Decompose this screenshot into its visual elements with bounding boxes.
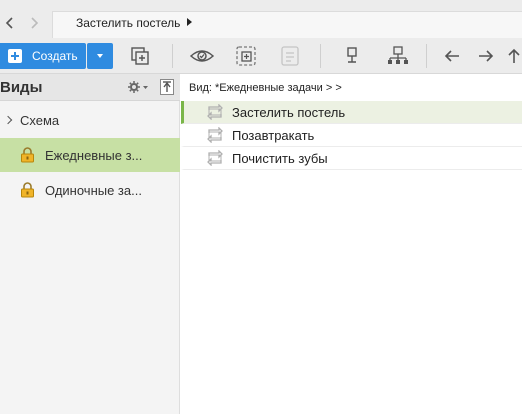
pin-icon[interactable] [160, 79, 174, 95]
views-item-label: Одиночные за... [45, 182, 142, 198]
create-dropdown-button[interactable] [87, 43, 113, 69]
task-view-panel: Вид: *Ежедневные задачи > > Застелить по… [181, 74, 522, 414]
chevron-left-icon[interactable] [0, 11, 20, 35]
eye-icon[interactable] [190, 44, 214, 68]
dropdown-icon [97, 54, 103, 58]
breadcrumb-bar: Застелить постель [0, 0, 522, 38]
add-subtask-icon[interactable] [234, 44, 258, 68]
single-node-icon[interactable] [340, 44, 364, 68]
arrow-right-icon[interactable] [474, 44, 498, 68]
list-icon[interactable] [278, 44, 302, 68]
views-panel-title: Виды [0, 79, 43, 96]
recurring-task-icon [206, 149, 224, 167]
recurring-task-icon [206, 126, 224, 144]
task-row[interactable]: Почистить зубы [181, 147, 522, 170]
chevron-right-icon[interactable] [3, 115, 13, 125]
lock-icon [20, 147, 35, 163]
add-icon [8, 49, 22, 63]
hierarchy-icon[interactable] [386, 44, 410, 68]
task-row[interactable]: Позавтракать [181, 124, 522, 147]
toolbar-separator [320, 44, 321, 68]
chevron-right-icon[interactable] [24, 11, 44, 35]
arrow-up-icon[interactable] [506, 44, 522, 68]
gear-icon[interactable] [127, 79, 149, 95]
duplicate-icon[interactable] [128, 44, 152, 68]
task-list: Застелить постель Позавтракать Почистить… [181, 101, 522, 170]
toolbar-separator [172, 44, 173, 68]
task-label: Застелить постель [232, 104, 346, 120]
views-item-schema[interactable]: Схема [0, 103, 180, 137]
views-item-daily-tasks[interactable]: Ежедневные з... [0, 138, 180, 172]
views-panel: Виды Схема Ежедневные з... Одиночные за.… [0, 74, 180, 414]
views-item-label: Ежедневные з... [45, 147, 143, 163]
views-item-single-tasks[interactable]: Одиночные за... [0, 173, 180, 207]
lock-icon [20, 182, 35, 198]
view-header[interactable]: Вид: *Ежедневные задачи > > [189, 82, 342, 94]
task-label: Почистить зубы [232, 150, 328, 166]
views-panel-header: Виды [0, 74, 180, 101]
toolbar: Создать [0, 38, 522, 74]
create-button-label: Создать [32, 49, 78, 63]
create-button[interactable]: Создать [0, 43, 86, 69]
recurring-task-icon [206, 103, 224, 121]
toolbar-separator [426, 44, 427, 68]
views-item-label: Схема [20, 112, 60, 128]
task-label: Позавтракать [232, 127, 315, 143]
task-row[interactable]: Застелить постель [181, 101, 522, 124]
breadcrumb-item-current[interactable]: Застелить постель [76, 16, 180, 30]
arrow-left-icon[interactable] [440, 44, 464, 68]
breadcrumb-expand-icon[interactable] [187, 18, 192, 26]
